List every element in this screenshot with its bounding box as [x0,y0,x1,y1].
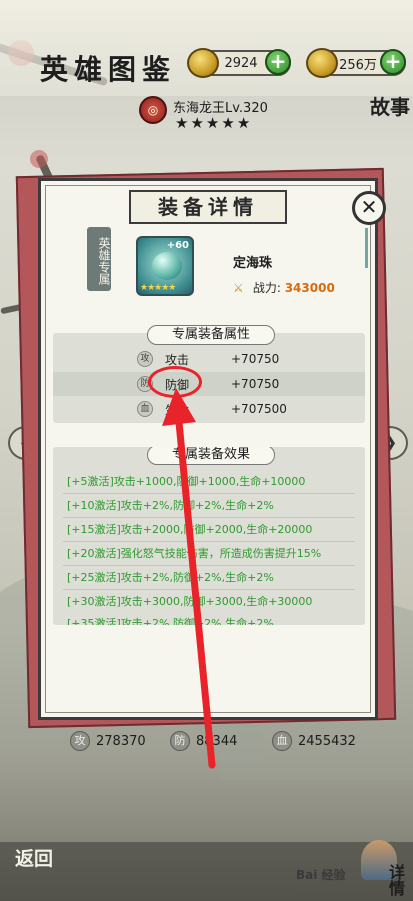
defense-stat-value: 88344 [196,733,238,749]
equipment-stars: ★★★★★ [140,283,176,293]
attribute-value: +70750 [231,352,280,366]
equipment-power: ⚔ 战力: 343000 [233,279,335,296]
attack-icon: 攻 [137,351,153,367]
effect-divider [63,541,355,542]
attribute-row: 血 生命 +707500 [53,397,365,421]
gold-ingot-icon [187,48,219,78]
attribute-value: +70750 [231,377,280,391]
effect-row: [+20激活]强化怒气技能伤害，所造成伤害提升15% [67,547,322,560]
attribute-name: 攻击 [165,352,190,367]
effect-row: [+35激活]攻击+2%,防御+2%,生命+2% [67,617,274,625]
effects-section: 专属装备效果 [+5激活]攻击+1000,防御+1000,生命+10000 [+… [53,447,365,625]
hp-stat-value: 2455432 [298,733,356,749]
hp-stat: 血 2455432 [272,730,356,752]
annotation-circle [148,366,202,398]
attack-stat: 攻 278370 [70,730,146,752]
gold-value: 2924 [224,55,258,71]
star-icon: ★ [190,114,204,132]
effect-divider [63,565,355,566]
effects-header: 专属装备效果 [147,447,275,465]
attribute-name: 生命 [165,402,190,417]
effect-divider [63,589,355,590]
attributes-section: 专属装备属性 攻 攻击 +70750 防 防御 +70750 血 生命 +707… [53,325,365,423]
effect-row: [+30激活]攻击+3000,防御+3000,生命+30000 [67,595,313,608]
gold-resource: 2924 + [187,48,291,78]
equipment-icon[interactable]: +60 ★★★★★ [136,236,194,296]
watermark-brand: Bai 经验 [296,868,346,882]
close-icon[interactable]: ✕ [352,191,386,225]
attributes-header: 专属装备属性 [147,325,275,345]
equipment-level-badge: +60 [166,240,189,251]
hero-info: ◎ 东海龙王Lv.320 ★ ★ ★ ★ ★ [135,93,283,137]
page-title: 英雄图鉴 [40,53,177,86]
attribute-row: 防 防御 +70750 [53,372,365,396]
hero-faction-icon: ◎ [139,96,167,124]
attack-icon: 攻 [70,731,90,751]
effect-divider [63,493,355,494]
modal-title: 装备详情 [129,190,287,224]
coin-resource: 256万 + [306,48,406,78]
attribute-value: +707500 [231,402,287,416]
attack-stat-value: 278370 [96,733,146,749]
story-button[interactable]: 故事 [367,88,413,126]
add-coin-button[interactable]: + [380,49,406,75]
star-icon: ★ [236,114,251,132]
star-icon: ★ [175,114,189,132]
defense-stat: 防 88344 [170,730,237,752]
detail-button[interactable]: 详情 [351,840,407,898]
hp-icon: 血 [272,731,292,751]
effect-row: [+25激活]攻击+2%,防御+2%,生命+2% [67,571,274,584]
hero-stars: ★ ★ ★ ★ ★ [175,115,250,131]
power-label: 战力: [252,281,281,295]
background-blossom [30,150,48,168]
add-gold-button[interactable]: + [265,49,291,75]
attribute-row: 攻 攻击 +70750 [53,347,365,371]
jade-tassel-decoration [365,228,379,268]
effect-row: [+10激活]攻击+2%,防御+2%,生命+2% [67,499,274,512]
pearl-icon [152,252,182,280]
effect-divider [63,517,355,518]
detail-button-label: 详情 [386,864,405,896]
copper-coin-icon [306,48,338,78]
effect-row: [+15激活]攻击+2000,防御+2000,生命+20000 [67,523,313,536]
equipment-name: 定海珠 [233,256,273,271]
star-icon: ★ [221,114,235,132]
star-icon: ★ [205,114,220,132]
coin-value: 256万 [339,57,377,73]
power-value: 343000 [284,281,335,295]
back-button[interactable]: 返回 [6,848,62,898]
crossed-swords-icon: ⚔ [233,281,244,295]
hero-exclusive-tag: 英雄专属 [87,227,111,291]
effect-row: [+5激活]攻击+1000,防御+1000,生命+10000 [67,475,306,488]
hp-icon: 血 [137,401,153,417]
defense-icon: 防 [170,731,190,751]
equipment-detail-modal: 装备详情 英雄专属 +60 ★★★★★ 定海珠 ⚔ 战力: 343000 专属装… [38,178,378,720]
